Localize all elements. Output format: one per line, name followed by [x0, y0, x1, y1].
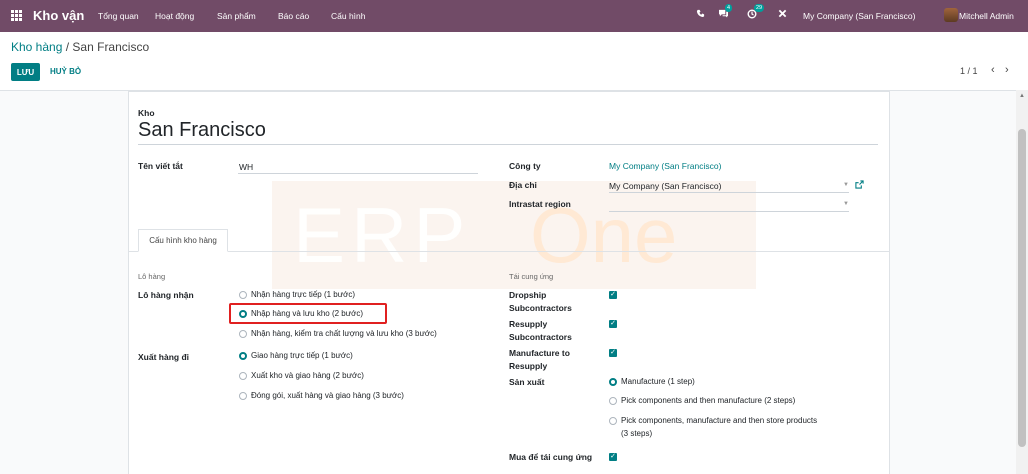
- menu-reporting[interactable]: Báo cáo: [278, 11, 309, 21]
- menu-products[interactable]: Sản phẩm: [217, 11, 256, 21]
- external-link-icon[interactable]: [855, 180, 864, 192]
- name-label: Kho: [138, 108, 155, 118]
- outgoing-option-3-radio[interactable]: [239, 392, 247, 400]
- pager-prev-icon[interactable]: ‹: [991, 64, 995, 76]
- activity-icon[interactable]: 29: [747, 4, 765, 22]
- top-navbar: Kho vận Tổng quan Hoạt động Sản phẩm Báo…: [0, 0, 1028, 32]
- manufacture-option-1-radio[interactable]: [609, 378, 617, 386]
- resupply-sub-label-line2: Subcontractors: [509, 332, 572, 342]
- scrollbar-thumb[interactable]: [1018, 129, 1026, 447]
- address-label: Địa chỉ: [509, 180, 537, 190]
- resupply-sub-label-line1: Resupply: [509, 319, 548, 329]
- short-name-underline: [238, 173, 478, 174]
- activity-badge: 29: [754, 4, 765, 12]
- watermark-text: ERP: [293, 191, 472, 279]
- resupply-section-title: Tái cung ứng: [509, 272, 554, 281]
- menu-operations[interactable]: Hoạt động: [155, 11, 194, 21]
- buy-checkbox[interactable]: ✓: [609, 453, 617, 461]
- incoming-shipments-label: Lô hàng nhận: [138, 290, 194, 300]
- warehouse-name-field[interactable]: San Francisco: [138, 119, 266, 142]
- dropship-label-line2: Subcontractors: [509, 303, 572, 313]
- manufacture-option-3-label-line1[interactable]: Pick components, manufacture and then st…: [621, 416, 817, 425]
- tab-bar-divider: [128, 251, 890, 252]
- manufacture-option-3-radio[interactable]: [609, 417, 617, 425]
- annotation-highlight-box: [229, 303, 387, 324]
- company-label: Công ty: [509, 161, 541, 171]
- menu-overview[interactable]: Tổng quan: [98, 11, 139, 21]
- manufacture-option-1-label[interactable]: Manufacture (1 step): [621, 377, 695, 386]
- dropship-checkbox[interactable]: ✓: [609, 291, 617, 299]
- save-button[interactable]: LƯU: [11, 63, 40, 81]
- chevron-down-icon[interactable]: ▼: [843, 201, 849, 207]
- outgoing-option-2-label[interactable]: Xuất kho và giao hàng (2 bước): [251, 371, 364, 380]
- outgoing-option-3-label[interactable]: Đóng gói, xuất hàng và giao hàng (3 bước…: [251, 391, 404, 400]
- dropship-label-line1: Dropship: [509, 290, 547, 300]
- apps-menu-icon[interactable]: [11, 10, 22, 21]
- incoming-option-1-radio[interactable]: [239, 291, 247, 299]
- breadcrumb: Kho hàng / San Francisco: [11, 40, 149, 54]
- breadcrumb-separator: /: [65, 40, 70, 54]
- tab-warehouse-config[interactable]: Cấu hình kho hàng: [138, 229, 228, 252]
- shipments-section-title: Lô hàng: [138, 272, 166, 281]
- buy-label: Mua để tái cung ứng: [509, 452, 593, 462]
- outgoing-option-2-radio[interactable]: [239, 372, 247, 380]
- pager-next-icon[interactable]: ›: [1005, 64, 1009, 76]
- intrastat-underline: [609, 211, 849, 212]
- chevron-down-icon[interactable]: ▼: [843, 182, 849, 188]
- close-icon[interactable]: [778, 9, 787, 21]
- messages-icon[interactable]: 4: [718, 4, 733, 21]
- address-field[interactable]: My Company (San Francisco): [609, 181, 721, 191]
- pager-value[interactable]: 1 / 1: [960, 66, 978, 76]
- outgoing-option-1-radio[interactable]: [239, 352, 247, 360]
- incoming-option-3-radio[interactable]: [239, 330, 247, 338]
- user-menu[interactable]: Mitchell Admin: [959, 11, 1014, 21]
- incoming-option-3-label[interactable]: Nhận hàng, kiểm tra chất lượng và lưu kh…: [251, 329, 437, 338]
- resupply-sub-checkbox[interactable]: ✓: [609, 320, 617, 328]
- company-field[interactable]: My Company (San Francisco): [609, 161, 721, 171]
- mto-label-line2: Resupply: [509, 361, 548, 371]
- address-underline: [609, 192, 849, 193]
- scroll-up-icon[interactable]: ▲: [1019, 93, 1025, 99]
- manufacture-option-2-label[interactable]: Pick components and then manufacture (2 …: [621, 396, 795, 405]
- user-avatar[interactable]: [944, 8, 958, 22]
- short-name-field[interactable]: WH: [239, 162, 253, 172]
- outgoing-option-1-label[interactable]: Giao hàng trực tiếp (1 bước): [251, 351, 353, 360]
- discard-button[interactable]: HUỶ BỎ: [50, 67, 81, 76]
- incoming-option-1-label[interactable]: Nhận hàng trực tiếp (1 bước): [251, 290, 355, 299]
- company-switcher[interactable]: My Company (San Francisco): [803, 11, 915, 21]
- mto-checkbox[interactable]: ✓: [609, 349, 617, 357]
- mto-label-line1: Manufacture to: [509, 348, 570, 358]
- manufacture-option-3-label-line2[interactable]: (3 steps): [621, 429, 652, 438]
- intrastat-label: Intrastat region: [509, 199, 571, 209]
- messages-badge: 4: [725, 4, 733, 12]
- manufacture-option-2-radio[interactable]: [609, 397, 617, 405]
- breadcrumb-current: San Francisco: [72, 40, 150, 54]
- menu-configuration[interactable]: Cấu hình: [331, 11, 366, 21]
- outgoing-shipments-label: Xuất hàng đi: [138, 352, 189, 362]
- manufacture-label: Sản xuất: [509, 377, 545, 387]
- name-underline: [138, 144, 878, 145]
- short-name-label: Tên viết tắt: [138, 161, 183, 171]
- phone-icon[interactable]: [696, 9, 705, 21]
- app-name[interactable]: Kho vận: [33, 8, 84, 23]
- breadcrumb-parent[interactable]: Kho hàng: [11, 40, 62, 54]
